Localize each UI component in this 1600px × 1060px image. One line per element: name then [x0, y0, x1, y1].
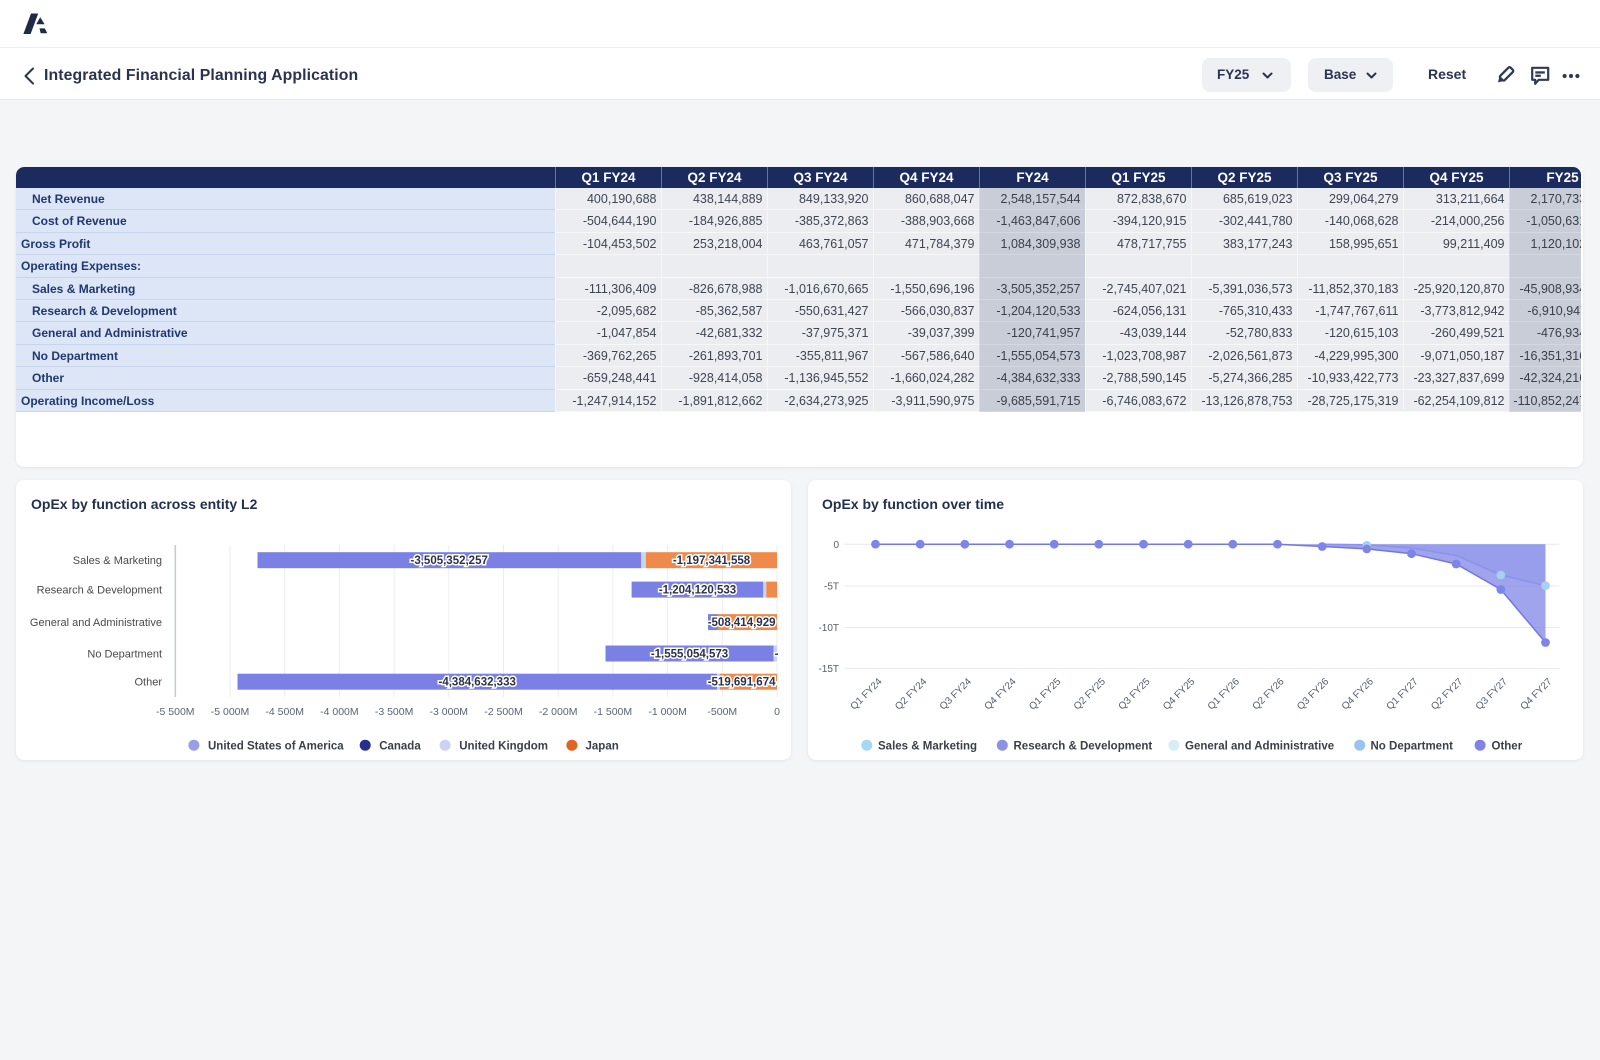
svg-text:-3 000M: -3 000M — [430, 706, 469, 718]
svg-text:Sales & Marketing: Sales & Marketing — [73, 555, 162, 567]
svg-text:General and Administrative: General and Administrative — [30, 617, 162, 629]
svg-text:-4 500M: -4 500M — [265, 706, 304, 718]
svg-text:Q2 FY25: Q2 FY25 — [1072, 676, 1108, 712]
svg-text:-3 500M: -3 500M — [375, 706, 414, 718]
svg-text:Q1 FY27: Q1 FY27 — [1385, 676, 1421, 712]
svg-text:Q3 FY27: Q3 FY27 — [1474, 676, 1510, 712]
svg-text:-519,691,674: -519,691,674 — [708, 677, 776, 689]
svg-text:-1 000M: -1 000M — [648, 706, 687, 718]
svg-text:-5 000M: -5 000M — [211, 706, 250, 718]
svg-text:Q3 FY24: Q3 FY24 — [938, 676, 974, 712]
svg-text:Sales & Marketing: Sales & Marketing — [878, 740, 977, 752]
svg-text:Q3 FY26: Q3 FY26 — [1295, 676, 1331, 712]
svg-text:-1,197,341,558: -1,197,341,558 — [673, 555, 751, 567]
svg-text:Canada: Canada — [379, 740, 421, 752]
svg-text:Q1 FY24: Q1 FY24 — [849, 676, 885, 712]
svg-text:OpEx by function across entity: OpEx by function across entity L2 — [31, 496, 258, 512]
svg-text:Research & Development: Research & Development — [37, 584, 162, 596]
svg-text:-5T: -5T — [824, 582, 839, 593]
svg-text:-15T: -15T — [818, 664, 839, 675]
svg-text:OpEx by function over time: OpEx by function over time — [822, 496, 1004, 512]
svg-text:Q4 FY26: Q4 FY26 — [1340, 676, 1376, 712]
svg-text:-5 500M: -5 500M — [156, 706, 195, 718]
svg-text:-1,204,120,533: -1,204,120,533 — [659, 585, 736, 597]
svg-text:-: - — [775, 649, 779, 661]
svg-text:0: 0 — [833, 540, 839, 551]
svg-text:Q1 FY26: Q1 FY26 — [1206, 676, 1242, 712]
svg-text:Q4 FY24: Q4 FY24 — [983, 676, 1019, 712]
svg-text:Other: Other — [134, 677, 162, 689]
svg-text:Q3 FY25: Q3 FY25 — [1117, 676, 1153, 712]
svg-text:-3,505,352,257: -3,505,352,257 — [411, 555, 488, 567]
svg-text:United Kingdom: United Kingdom — [459, 740, 548, 752]
svg-text:-1,555,054,573: -1,555,054,573 — [651, 649, 728, 661]
svg-text:Q2 FY24: Q2 FY24 — [893, 676, 929, 712]
svg-text:-2 500M: -2 500M — [484, 706, 523, 718]
svg-text:-500M: -500M — [707, 706, 737, 718]
svg-text:Japan: Japan — [586, 740, 619, 752]
svg-text:Q2 FY27: Q2 FY27 — [1429, 676, 1465, 712]
svg-text:Q4 FY25: Q4 FY25 — [1161, 676, 1197, 712]
svg-text:-4 000M: -4 000M — [320, 706, 359, 718]
svg-text:Q1 FY25: Q1 FY25 — [1027, 676, 1063, 712]
svg-text:0: 0 — [774, 706, 780, 718]
svg-text:Other: Other — [1492, 740, 1523, 752]
svg-text:-4,384,632,333: -4,384,632,333 — [439, 677, 516, 689]
svg-text:-1 500M: -1 500M — [594, 706, 633, 718]
svg-text:General and Administrative: General and Administrative — [1185, 740, 1334, 752]
svg-text:United States of America: United States of America — [208, 740, 344, 752]
svg-text:Q2 FY26: Q2 FY26 — [1251, 676, 1287, 712]
svg-text:-2 000M: -2 000M — [539, 706, 578, 718]
svg-text:-508,414,929: -508,414,929 — [708, 617, 776, 629]
svg-text:Research & Development: Research & Development — [1014, 740, 1153, 752]
svg-text:No Department: No Department — [87, 648, 162, 660]
svg-text:No Department: No Department — [1371, 740, 1454, 752]
svg-text:Q4 FY27: Q4 FY27 — [1519, 676, 1555, 712]
svg-text:-10T: -10T — [818, 623, 839, 634]
